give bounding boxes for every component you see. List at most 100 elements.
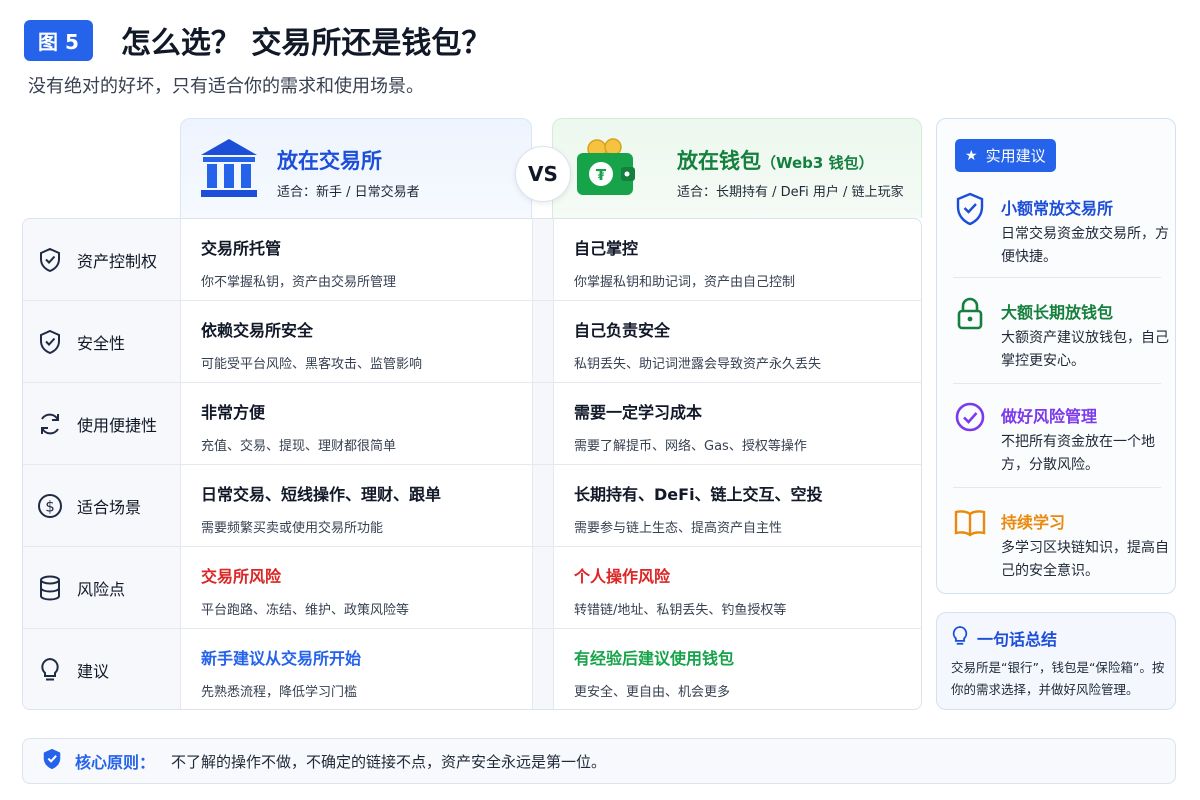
cell-title: 长期持有、DeFi、链上交互、空投 [574, 485, 823, 504]
tip-title: 小额常放交易所 [1001, 199, 1114, 218]
database-icon [37, 575, 63, 601]
wallet-column-header: ₮ 放在钱包（Web3 钱包） 适合：长期持有 / DeFi 用户 / 链上玩家 [552, 118, 922, 218]
exchange-cell: 交易所风险 平台跑路、冻结、维护、政策风险等 [181, 547, 533, 628]
row-label-cell: 风险点 [23, 547, 181, 628]
tip-desc: 多学习区块链知识，提高自己的安全意识。 [1001, 540, 1169, 579]
exchange-audience: 适合：新手 / 日常交易者 [277, 185, 420, 200]
divider [953, 487, 1161, 488]
tips-panel: ★ 实用建议 小额常放交易所 日常交易资金放交易所，方便快捷。 大额长期放钱包 … [936, 118, 1176, 594]
row-label-cell: 使用便捷性 [23, 383, 181, 464]
dollar-icon: $ [37, 493, 63, 519]
lightbulb-icon [37, 657, 63, 683]
svg-text:₮: ₮ [596, 166, 607, 184]
table-row: 建议 新手建议从交易所开始 先熟悉流程，降低学习门槛 有经验后建议使用钱包 更安… [23, 629, 921, 709]
cell-title: 交易所风险 [201, 567, 282, 586]
table-row: 风险点 交易所风险 平台跑路、冻结、维护、政策风险等 个人操作风险 转错链/地址… [23, 547, 921, 629]
exchange-cell: 日常交易、短线操作、理财、跟单 需要频繁买卖或使用交易所功能 [181, 465, 533, 546]
wallet-cell: 自己掌控 你掌握私钥和助记词，资产由自己控制 [553, 219, 921, 300]
exchange-column-header: 放在交易所 适合：新手 / 日常交易者 [180, 118, 532, 218]
cell-title: 个人操作风险 [574, 567, 671, 586]
cell-desc: 你掌握私钥和助记词，资产由自己控制 [574, 275, 796, 290]
cell-title: 日常交易、短线操作、理财、跟单 [201, 485, 442, 504]
wallet-cell: 长期持有、DeFi、链上交互、空投 需要参与链上生态、提高资产自主性 [553, 465, 921, 546]
tip-title: 持续学习 [1001, 513, 1066, 532]
cell-desc: 充值、交易、提现、理财都很简单 [201, 439, 397, 454]
cell-title: 新手建议从交易所开始 [201, 649, 362, 668]
cell-desc: 更安全、更自由、机会更多 [574, 685, 731, 700]
row-label-cell: 安全性 [23, 301, 181, 382]
book-icon [953, 505, 987, 541]
column-gap [533, 219, 553, 300]
cell-desc: 需要参与链上生态、提高资产自主性 [574, 521, 783, 536]
summary-title: 一句话总结 [977, 630, 1058, 649]
exchange-cell: 新手建议从交易所开始 先熟悉流程，降低学习门槛 [181, 629, 533, 709]
cell-desc: 需要频繁买卖或使用交易所功能 [201, 521, 384, 536]
shield-icon [37, 247, 63, 273]
svg-text:$: $ [45, 497, 55, 515]
cell-desc: 平台跑路、冻结、维护、政策风险等 [201, 603, 410, 618]
column-gap [533, 547, 553, 628]
header: 图 5 怎么选？ 交易所还是钱包？ [24, 18, 491, 62]
tips-badge: ★ 实用建议 [955, 139, 1056, 172]
summary-header: 一句话总结 [951, 625, 1057, 651]
cell-title: 交易所托管 [201, 239, 282, 258]
cell-title: 自己负责安全 [574, 321, 671, 340]
row-label: 安全性 [77, 333, 126, 353]
comparison-table: 放在交易所 适合：新手 / 日常交易者 VS ₮ 放在钱包（Web3 钱包） 适… [22, 118, 922, 710]
tip-title: 大额长期放钱包 [1001, 303, 1114, 322]
shield-icon [953, 191, 987, 227]
wallet-title-main: 放在钱包 [677, 149, 761, 173]
table-row: 资产控制权 交易所托管 你不掌握私钥，资产由交易所管理 自己掌控 你掌握私钥和助… [23, 219, 921, 301]
check-circle-icon [953, 399, 987, 435]
wallet-cell: 个人操作风险 转错链/地址、私钥丢失、钓鱼授权等 [553, 547, 921, 628]
exchange-title: 放在交易所 [277, 149, 382, 173]
tip-desc: 日常交易资金放交易所，方便快捷。 [1001, 226, 1169, 265]
summary-box: 一句话总结 交易所是“银行”，钱包是“保险箱”。按你的需求选择，并做好风险管理。 [936, 612, 1176, 710]
star-icon: ★ [965, 147, 978, 164]
exchange-cell: 交易所托管 你不掌握私钥，资产由交易所管理 [181, 219, 533, 300]
row-label-cell: $ 适合场景 [23, 465, 181, 546]
row-label-cell: 资产控制权 [23, 219, 181, 300]
wallet-title: 放在钱包（Web3 钱包） [677, 145, 874, 175]
wallet-cell: 有经验后建议使用钱包 更安全、更自由、机会更多 [553, 629, 921, 709]
cell-title: 自己掌控 [574, 239, 639, 258]
row-label: 适合场景 [77, 497, 142, 517]
tips-badge-label: 实用建议 [985, 147, 1046, 165]
wallet-cell: 自己负责安全 私钥丢失、助记词泄露会导致资产永久丢失 [553, 301, 921, 382]
principle-text: 不了解的操作不做，不确定的链接不点，资产安全永远是第一位。 [171, 752, 607, 771]
row-label: 风险点 [77, 579, 126, 599]
cell-title: 依赖交易所安全 [201, 321, 314, 340]
comparison-rows: 资产控制权 交易所托管 你不掌握私钥，资产由交易所管理 自己掌控 你掌握私钥和助… [22, 218, 922, 710]
table-row: $ 适合场景 日常交易、短线操作、理财、跟单 需要频繁买卖或使用交易所功能 长期… [23, 465, 921, 547]
vs-badge: VS [515, 146, 571, 202]
cell-desc: 转错链/地址、私钥丢失、钓鱼授权等 [574, 603, 787, 618]
divider [953, 383, 1161, 384]
column-gap [533, 629, 553, 709]
row-label: 使用便捷性 [77, 415, 158, 435]
shield-check-icon [41, 747, 63, 775]
core-principle-bar: 核心原则： 不了解的操作不做，不确定的链接不点，资产安全永远是第一位。 [22, 738, 1176, 784]
lock-icon [953, 295, 987, 331]
divider [953, 277, 1161, 278]
shield-check-icon [37, 329, 63, 355]
wallet-cell: 需要一定学习成本 需要了解提币、网络、Gas、授权等操作 [553, 383, 921, 464]
column-gap [533, 383, 553, 464]
cell-desc: 先熟悉流程，降低学习门槛 [201, 685, 358, 700]
cell-desc: 你不掌握私钥，资产由交易所管理 [201, 275, 397, 290]
row-label-cell: 建议 [23, 629, 181, 709]
lightbulb-icon [951, 625, 969, 651]
tip-desc: 不把所有资金放在一个地方，分散风险。 [1001, 434, 1155, 473]
wallet-icon: ₮ [571, 137, 641, 199]
refresh-icon [37, 411, 63, 437]
row-label: 建议 [77, 662, 110, 681]
wallet-audience: 适合：长期持有 / DeFi 用户 / 链上玩家 [677, 185, 904, 200]
cell-desc: 可能受平台风险、黑客攻击、监管影响 [201, 357, 423, 372]
bank-icon [199, 137, 259, 199]
tip-desc: 大额资产建议放钱包，自己掌控更安心。 [1001, 330, 1169, 369]
exchange-cell: 依赖交易所安全 可能受平台风险、黑客攻击、监管影响 [181, 301, 533, 382]
figure-badge: 图 5 [24, 19, 93, 61]
cell-desc: 需要了解提币、网络、Gas、授权等操作 [574, 439, 807, 454]
column-gap [533, 301, 553, 382]
summary-text: 交易所是“银行”，钱包是“保险箱”。按你的需求选择，并做好风险管理。 [951, 660, 1165, 697]
column-gap [533, 465, 553, 546]
